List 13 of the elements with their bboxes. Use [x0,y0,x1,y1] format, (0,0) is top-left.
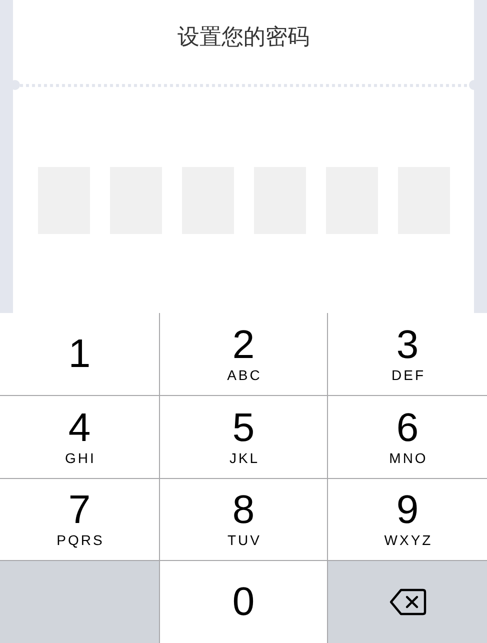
keypad-key[interactable]: 8 TUV [160,478,327,560]
keypad-key[interactable]: 9 WXYZ [328,478,487,560]
keypad-key[interactable]: 6 MNO [328,396,487,478]
keypad-key[interactable]: 4 GHI [0,396,159,478]
keypad-key[interactable]: 0 [160,561,327,643]
keypad-key[interactable]: 2 ABC [160,313,327,395]
keypad-key[interactable]: 5 JKL [160,396,327,478]
backspace-icon [388,588,426,616]
keypad-key[interactable]: 3 DEF [328,313,487,395]
keypad-key[interactable]: 7 PQRS [0,478,159,560]
keypad-key[interactable]: 1 [0,313,159,395]
page-title: 设置您的密码 [178,24,310,52]
delete-button[interactable] [328,561,487,643]
